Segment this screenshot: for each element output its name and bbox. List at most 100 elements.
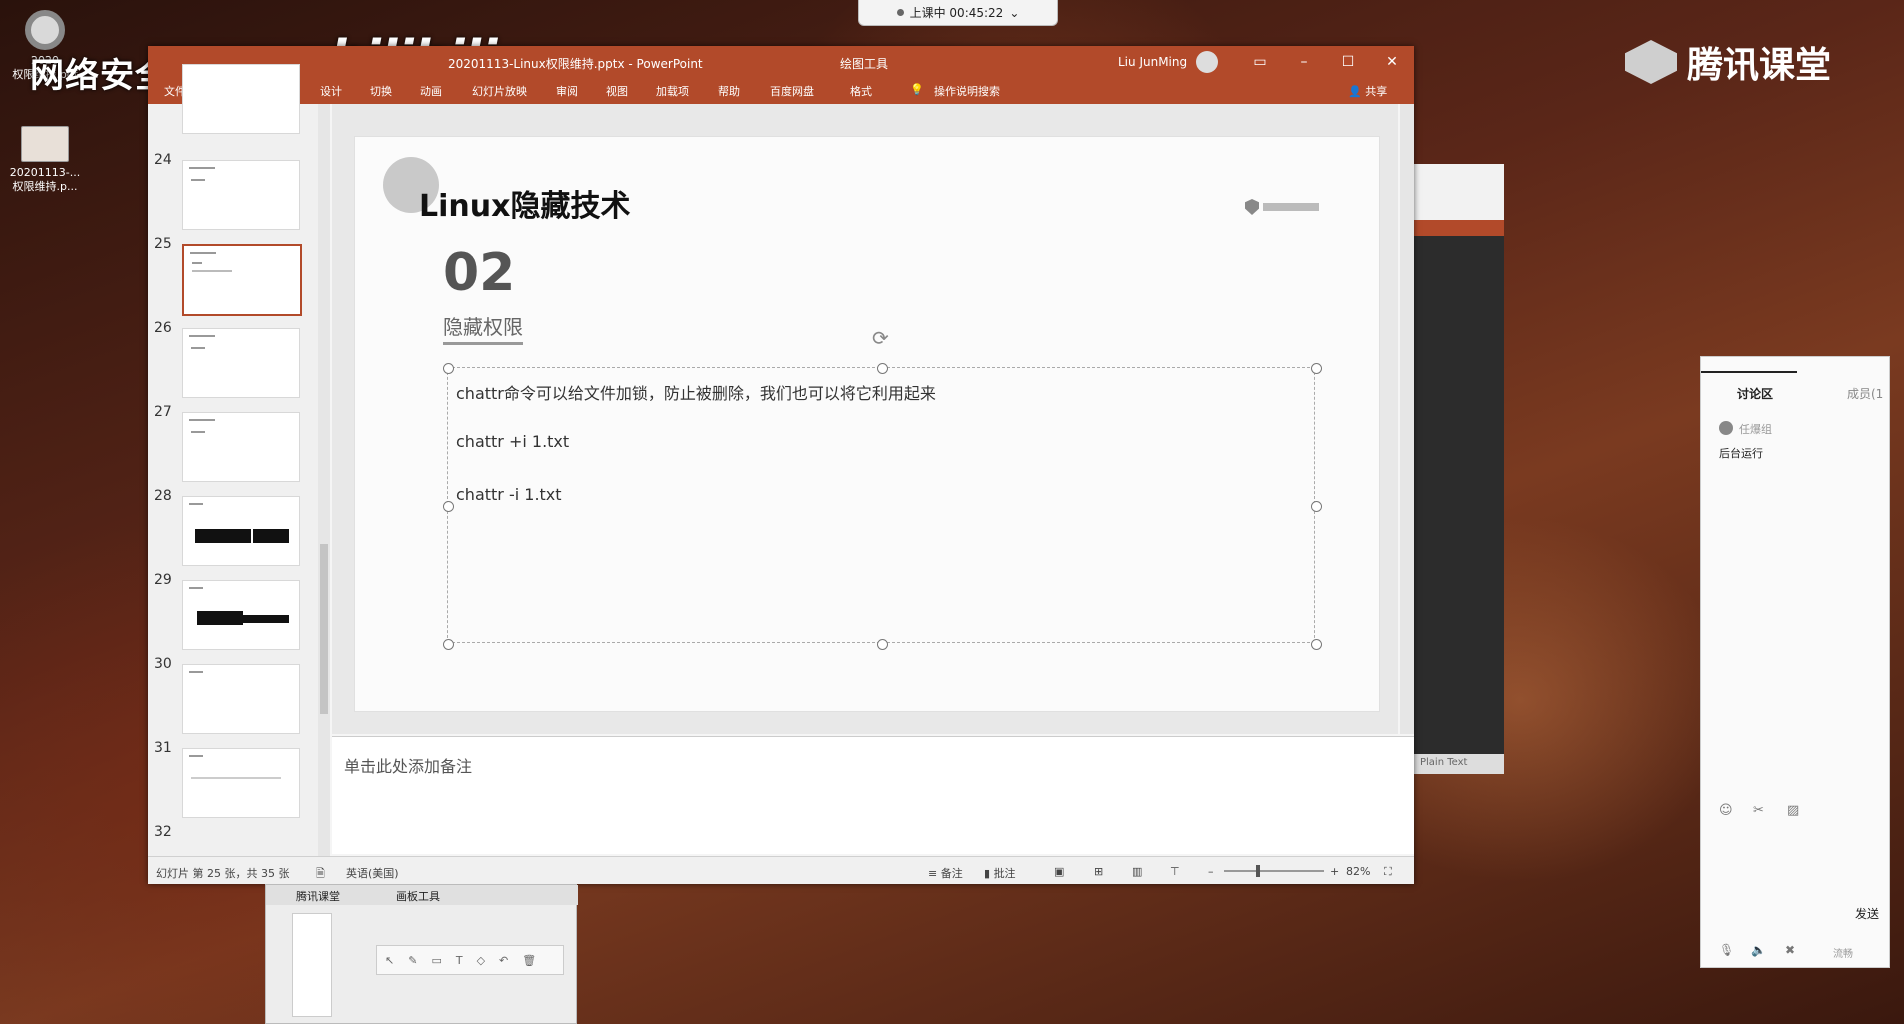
zoom-level[interactable]: 82% — [1346, 865, 1370, 878]
resize-handle[interactable] — [877, 363, 888, 374]
send-button[interactable]: 发送 — [1855, 905, 1879, 922]
title-bar: 20201113-Linux权限维持.pptx - PowerPoint 绘图工… — [148, 46, 1414, 78]
tab-help[interactable]: 帮助 — [718, 83, 740, 99]
scrollbar-thumb[interactable] — [320, 544, 328, 714]
rotate-handle-icon[interactable]: ⟳ — [872, 326, 889, 350]
tab-design[interactable]: 设计 — [320, 83, 342, 99]
zoom-out-icon[interactable]: – — [1208, 865, 1214, 878]
eraser-icon[interactable]: ◇ — [477, 954, 485, 967]
zoom-slider[interactable] — [1224, 870, 1324, 872]
chrome-icon — [25, 10, 65, 50]
thumbnail-slide[interactable] — [182, 412, 300, 482]
user-name[interactable]: Liu JunMing — [1118, 55, 1187, 69]
tab-animations[interactable]: 动画 — [420, 83, 442, 99]
microphone-icon[interactable]: 🎙 — [1719, 943, 1734, 957]
class-timer[interactable]: 上课中 00:45:22 ⌄ — [858, 0, 1058, 26]
thumbnail-slide[interactable] — [182, 748, 300, 818]
thumbnail-slide[interactable] — [182, 496, 300, 566]
thumbnail-slide[interactable] — [182, 328, 300, 398]
rectangle-icon[interactable]: ▭ — [431, 954, 441, 967]
thumbnail-number: 32 — [154, 824, 172, 840]
emoji-icon[interactable]: ☺ — [1719, 803, 1733, 818]
zoom-slider-thumb[interactable] — [1256, 865, 1260, 877]
slide-scrollbar[interactable] — [1400, 104, 1414, 734]
tab-review[interactable]: 审阅 — [556, 83, 578, 99]
slide-text-line: chattr +i 1.txt — [456, 432, 570, 451]
ribbon-display-icon[interactable]: ▭ — [1238, 46, 1282, 78]
resize-handle[interactable] — [1311, 501, 1322, 512]
language-indicator[interactable]: 英语(美国) — [346, 865, 399, 881]
thumbnail-slide[interactable] — [182, 664, 300, 734]
speaker-icon[interactable]: 🔈 — [1751, 943, 1766, 957]
tab-format[interactable]: 格式 — [850, 83, 872, 99]
side-window-bar — [1414, 220, 1504, 236]
resize-handle[interactable] — [1311, 363, 1322, 374]
undo-icon[interactable]: ↶ — [499, 954, 508, 967]
tab-slideshow[interactable]: 幻灯片放映 — [472, 83, 527, 99]
tell-me-search[interactable]: 操作说明搜索 — [934, 83, 1000, 99]
tab-drawing-tools[interactable]: 画板工具 — [396, 888, 440, 904]
spellcheck-icon[interactable]: 🗎 — [316, 865, 325, 884]
fit-slide-icon[interactable]: ⛶ — [1384, 865, 1392, 879]
status-bar: 幻灯片 第 25 张，共 35 张 🗎 英语(美国) ≡ 备注 ▮ 批注 ▣ ⊞… — [148, 856, 1414, 884]
background-code-window: Plain Text — [1414, 164, 1504, 774]
notes-placeholder: 单击此处添加备注 — [344, 757, 473, 776]
thumbnail-slide-selected[interactable] — [182, 244, 302, 316]
pointer-icon[interactable]: ↖ — [385, 954, 394, 967]
desktop-icon-pptx[interactable]: 20201113-... 权限维持.p... — [0, 126, 90, 194]
thumbnail-slide[interactable] — [182, 160, 300, 230]
tab-discussion[interactable]: 讨论区 — [1737, 385, 1773, 402]
resize-handle[interactable] — [1311, 639, 1322, 650]
resize-handle[interactable] — [443, 501, 454, 512]
context-tool-label: 绘图工具 — [840, 57, 889, 71]
thumbnail-slide[interactable] — [182, 580, 300, 650]
mini-preview — [292, 913, 332, 1017]
thumbnail-number: 29 — [154, 572, 172, 588]
tab-view[interactable]: 视图 — [606, 83, 628, 99]
text-box-selected[interactable]: ⟳ chattr命令可以给文件加锁，防止被删除，我们也可以将它利用起来 chat… — [443, 326, 1322, 650]
shield-logo-icon — [1245, 199, 1259, 215]
zoom-in-icon[interactable]: + — [1330, 865, 1339, 878]
window-title: 20201113-Linux权限维持.pptx - PowerPoint — [448, 57, 703, 71]
thumbnail-scrollbar[interactable] — [318, 104, 330, 856]
notes-button[interactable]: ≡ 备注 — [928, 865, 963, 881]
reading-view-icon[interactable]: ▥ — [1132, 865, 1142, 878]
mute-icon[interactable]: ✖ — [1785, 943, 1795, 957]
lightbulb-icon: 💡 — [910, 83, 924, 96]
active-tab-indicator — [1701, 371, 1797, 373]
maximize-icon[interactable]: ☐ — [1326, 46, 1370, 78]
thumbnail-number: 27 — [154, 404, 172, 420]
resize-handle[interactable] — [877, 639, 888, 650]
plain-text-label: Plain Text — [1414, 754, 1504, 774]
resize-handle[interactable] — [443, 639, 454, 650]
notes-pane[interactable]: 单击此处添加备注 — [332, 736, 1414, 854]
image-icon[interactable]: ▨ — [1787, 803, 1799, 818]
section-title: 隐藏权限 — [443, 311, 523, 345]
share-button[interactable]: 👤 共享 — [1348, 83, 1387, 99]
avatar[interactable] — [1196, 51, 1218, 73]
slide-sorter-icon[interactable]: ⊞ — [1094, 865, 1103, 878]
tab-transitions[interactable]: 切换 — [370, 83, 392, 99]
person-icon: 👤 — [1348, 85, 1362, 98]
tab-addins[interactable]: 加载项 — [656, 83, 689, 99]
trash-icon[interactable]: 🗑 — [522, 954, 536, 967]
tab-baidu[interactable]: 百度网盘 — [770, 83, 814, 99]
current-slide[interactable]: Linux隐藏技术 02 隐藏权限 ⟳ chattr命令可以给文件加锁，防止被删… — [354, 136, 1380, 712]
comments-button[interactable]: ▮ 批注 — [984, 865, 1016, 881]
text-icon[interactable]: T — [456, 954, 463, 967]
tencent-classroom-logo: 腾讯课堂 — [1625, 36, 1831, 88]
pen-icon[interactable]: ✎ — [408, 954, 417, 967]
tab-members[interactable]: 成员(1 — [1847, 385, 1883, 402]
minimize-icon[interactable]: – — [1282, 46, 1326, 78]
slideshow-icon[interactable]: ⊤ — [1170, 865, 1180, 878]
thumbnail-number: 24 — [154, 152, 172, 168]
resize-handle[interactable] — [443, 363, 454, 374]
scissors-icon[interactable]: ✂ — [1753, 803, 1764, 818]
slide-text-line: chattr命令可以给文件加锁，防止被删除，我们也可以将它利用起来 — [456, 384, 936, 403]
thumbnail-slide[interactable] — [182, 64, 300, 134]
tab-tencent-classroom[interactable]: 腾讯课堂 — [296, 888, 340, 904]
ribbon-tabs: 文件 开始 插入 设计 切换 动画 幻灯片放映 审阅 视图 加载项 帮助 百度网… — [148, 78, 1414, 104]
close-icon[interactable]: ✕ — [1370, 46, 1414, 78]
normal-view-icon[interactable]: ▣ — [1054, 865, 1064, 878]
slide-counter: 幻灯片 第 25 张，共 35 张 — [156, 867, 290, 880]
